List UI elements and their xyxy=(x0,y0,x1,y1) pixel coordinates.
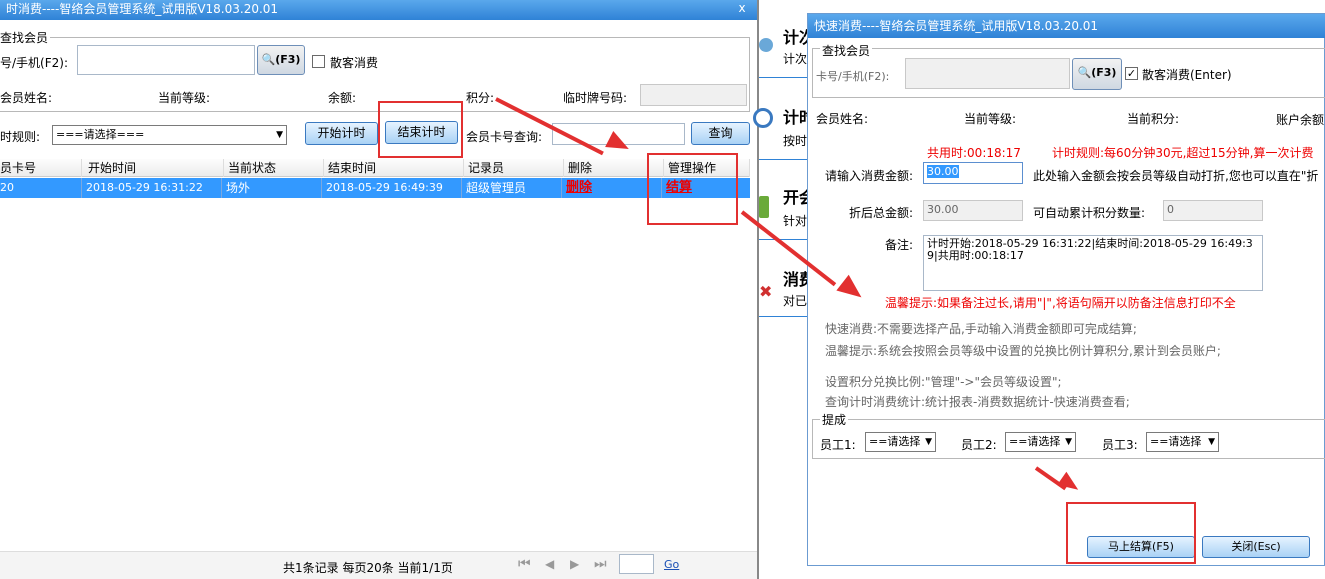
left-window: 时消费----智络会员管理系统_试用版V18.03.20.01 x 查找会员 号… xyxy=(0,0,757,579)
menu-timing-sub: 按时 xyxy=(783,134,808,148)
col-start-time[interactable]: 开始时间 xyxy=(84,159,224,177)
total-time-text: 共用时:00:18:17 xyxy=(927,146,1021,160)
staff1-label: 员工1: xyxy=(820,438,856,452)
first-page-icon[interactable]: ⏮ xyxy=(518,556,531,572)
dialog-title: 快速消费----智络会员管理系统_试用版V18.03.20.01 xyxy=(814,19,1099,33)
dialog-account-balance-label: 账户余额 xyxy=(1276,113,1325,127)
card-icon xyxy=(759,196,769,218)
table-header: 员卡号 开始时间 当前状态 结束时间 记录员 删除 管理操作 xyxy=(0,159,750,177)
left-close-icon[interactable]: x xyxy=(732,0,752,18)
search-member-button[interactable]: 🔍(F3) xyxy=(257,45,305,75)
dialog-walkin-label: 散客消费(Enter) xyxy=(1142,68,1232,82)
amount-hint: 此处输入金额会按会员等级自动打折,您也可以直在"折 xyxy=(1033,169,1319,183)
dialog-card-phone-label: 卡号/手机(F2): xyxy=(816,70,890,83)
cell-card-no: 20 xyxy=(0,178,82,198)
col-card-no[interactable]: 员卡号 xyxy=(0,159,82,177)
rule-label: 时规则: xyxy=(0,130,41,144)
discount-total-label: 折后总金额: xyxy=(849,206,914,220)
warm-tip-text: 温馨提示:如果备注过长,请用"|",将语句隔开以防备注信息打印不全 xyxy=(885,296,1236,310)
table-row[interactable]: 20 2018-05-29 16:31:22 场外 2018-05-29 16:… xyxy=(0,178,750,198)
card-phone-input[interactable] xyxy=(77,45,255,75)
col-end-time[interactable]: 结束时间 xyxy=(324,159,464,177)
clock-icon xyxy=(753,108,773,128)
middle-panel: 计次 计次 计时 按时 开会 针对 ✖ 消费 对已 xyxy=(753,0,815,579)
count-icon xyxy=(759,38,773,52)
chevron-down-icon: ▼ xyxy=(925,437,932,447)
pagination-summary: 共1条记录 每页20条 当前1/1页 xyxy=(283,561,453,575)
menu-item-consume[interactable]: ✖ 消费 对已 xyxy=(759,262,815,317)
points-accum-input[interactable]: 0 xyxy=(1163,200,1263,221)
staff3-select[interactable]: ==请选择 ▼ xyxy=(1146,432,1219,452)
cancel-icon: ✖ xyxy=(759,282,773,301)
chevron-down-icon: ▼ xyxy=(276,130,283,140)
staff3-label: 员工3: xyxy=(1102,438,1138,452)
find-member-group-label: 查找会员 xyxy=(0,29,51,46)
close-dialog-button[interactable]: 关闭(Esc) xyxy=(1202,536,1310,558)
dialog-title-bar: 快速消费----智络会员管理系统_试用版V18.03.20.01 xyxy=(808,14,1325,38)
col-recorder[interactable]: 记录员 xyxy=(464,159,564,177)
temp-card-input[interactable] xyxy=(640,84,747,106)
col-status[interactable]: 当前状态 xyxy=(224,159,324,177)
info-line-4: 设置积分兑换比例:"管理"->"会员等级设置"; xyxy=(825,375,1062,389)
current-level-label: 当前等级: xyxy=(158,91,211,105)
dialog-search-button[interactable]: 🔍(F3) xyxy=(1072,58,1122,90)
member-name-label: 会员姓名: xyxy=(0,91,53,105)
card-phone-label: 号/手机(F2): xyxy=(0,56,68,70)
amount-input[interactable]: 30.00 xyxy=(923,162,1023,184)
prev-page-icon[interactable]: ◀ xyxy=(545,557,554,571)
walkin-checkbox[interactable] xyxy=(312,55,325,68)
rule-select[interactable]: ===请选择=== ▼ xyxy=(52,125,287,145)
info-line-1: 快速消费:不需要选择产品,手动输入消费金额即可完成结算; xyxy=(825,322,1137,336)
menu-count-sub: 计次 xyxy=(783,52,808,66)
left-window-title: 时消费----智络会员管理系统_试用版V18.03.20.01 xyxy=(6,2,279,16)
card-query-label: 会员卡号查询: xyxy=(466,130,543,144)
remark-textarea[interactable]: 计时开始:2018-05-29 16:31:22|结束时间:2018-05-29… xyxy=(923,235,1263,291)
magnifier-icon: 🔍 xyxy=(261,53,276,66)
chevron-down-icon: ▼ xyxy=(1208,437,1215,447)
dialog-magnifier-icon: 🔍 xyxy=(1077,66,1092,79)
discount-total-input[interactable]: 30.00 xyxy=(923,200,1023,221)
menu-open-sub: 针对 xyxy=(783,214,808,228)
remark-label: 备注: xyxy=(885,238,914,252)
info-line-2: 温馨提示:系统会按照会员等级中设置的兑换比例计算积分,累计到会员账户; xyxy=(825,344,1221,358)
dialog-current-level-label: 当前等级: xyxy=(964,112,1017,126)
walkin-label: 散客消费 xyxy=(330,56,379,70)
points-accum-label: 可自动累计积分数量: xyxy=(1033,206,1146,220)
cell-end-time: 2018-05-29 16:49:39 xyxy=(322,178,462,198)
menu-consume-sub: 对已 xyxy=(783,294,808,308)
staff1-select[interactable]: ==请选择 ▼ xyxy=(865,432,936,452)
chevron-down-icon: ▼ xyxy=(1065,437,1072,447)
points-label: 积分: xyxy=(466,91,495,105)
highlight-settle-button xyxy=(1066,502,1196,564)
left-title-bar: 时消费----智络会员管理系统_试用版V18.03.20.01 xyxy=(0,0,757,20)
start-timing-button[interactable]: 开始计时 xyxy=(305,122,378,145)
dialog-walkin-checkbox[interactable]: ✓ xyxy=(1125,67,1138,80)
dialog-card-phone-input[interactable] xyxy=(905,58,1070,89)
page-number-input[interactable] xyxy=(619,554,654,574)
last-page-icon[interactable]: ⏭ xyxy=(594,556,607,572)
dialog-find-member-label: 查找会员 xyxy=(820,42,873,59)
info-line-5: 查询计时消费统计:统计报表-消费数据统计-快速消费查看; xyxy=(825,395,1130,409)
menu-item-timing[interactable]: 计时 按时 xyxy=(753,100,815,160)
timing-rule-text: 计时规则:每60分钟30元,超过15分钟,算一次计费 xyxy=(1052,146,1314,160)
next-page-icon[interactable]: ▶ xyxy=(570,557,579,571)
balance-label: 余额: xyxy=(328,91,357,105)
staff2-select[interactable]: ==请选择 ▼ xyxy=(1005,432,1076,452)
cell-recorder: 超级管理员 xyxy=(462,178,562,198)
dialog-member-name-label: 会员姓名: xyxy=(816,112,869,126)
go-link[interactable]: Go xyxy=(664,558,679,571)
query-button[interactable]: 查询 xyxy=(691,122,750,145)
menu-item-count[interactable]: 计次 计次 xyxy=(759,22,815,78)
commission-group-label: 提成 xyxy=(820,411,849,428)
highlight-end-timing xyxy=(378,101,463,158)
dialog-current-points-label: 当前积分: xyxy=(1127,112,1180,126)
staff2-label: 员工2: xyxy=(961,438,997,452)
amount-label: 请输入消费金额: xyxy=(825,169,914,183)
cell-status: 场外 xyxy=(222,178,322,198)
highlight-settle-link xyxy=(647,153,738,225)
temp-card-label: 临时牌号码: xyxy=(563,91,628,105)
cell-start-time: 2018-05-29 16:31:22 xyxy=(82,178,222,198)
